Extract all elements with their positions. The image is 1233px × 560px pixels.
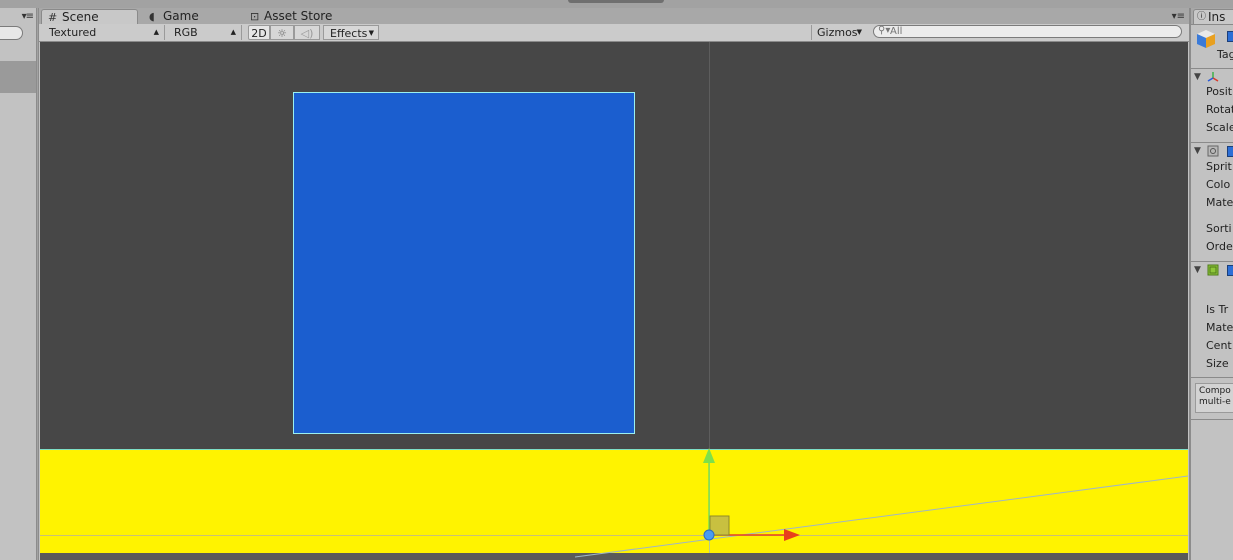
fold-triangle-icon[interactable]: ▼ xyxy=(1194,265,1201,275)
grid-hash-icon: # xyxy=(48,11,58,24)
color-channel-dropdown[interactable]: RGB ▲ xyxy=(169,25,242,40)
updown-arrow-icon: ▲ xyxy=(230,28,236,36)
center-label: Cent xyxy=(1206,339,1232,352)
chevron-down-icon: ▼ xyxy=(368,29,374,37)
perspective-grid-line xyxy=(574,475,1188,558)
tab-asset-store-label: Asset Store xyxy=(264,9,333,23)
size-label: Size xyxy=(1206,357,1229,370)
effects-dropdown[interactable]: Effects ▼ xyxy=(323,25,379,40)
multi-edit-notice: Compo multi-e xyxy=(1195,383,1233,413)
gizmos-dropdown[interactable]: Gizmos ▼ xyxy=(811,25,866,40)
render-mode-dropdown[interactable]: Textured ▲ xyxy=(44,25,165,40)
scene-panel: # Scene ◖ Game ⊡ Asset Store ▾≡ Textured… xyxy=(38,8,1190,560)
pacman-icon: ◖ xyxy=(149,10,155,23)
info-icon: ⓘ xyxy=(1197,12,1207,22)
updown-arrow-icon: ▲ xyxy=(153,28,159,36)
scene-toolbar: Textured ▲ RGB ▲ 2D ☼ ◁) Effects ▼ Gizmo… xyxy=(39,24,1189,42)
box-collider-header[interactable]: ▼ xyxy=(1191,262,1233,278)
scene-tab-row: # Scene ◖ Game ⊡ Asset Store ▾≡ xyxy=(39,8,1189,25)
tab-inspector[interactable]: ⓘ Ins xyxy=(1193,9,1233,24)
sorting-layer-label: Sorti xyxy=(1206,222,1232,235)
sprite-label: Sprit xyxy=(1206,160,1232,173)
mode-2d-toggle[interactable]: 2D xyxy=(248,25,270,40)
notice-line: Compo xyxy=(1199,386,1231,396)
hierarchy-panel: ▾≡ xyxy=(0,8,37,560)
panel-menu-icon[interactable]: ▾≡ xyxy=(22,11,34,22)
scene-viewport[interactable] xyxy=(40,42,1188,560)
search-icon: ⚲▾ xyxy=(878,25,891,36)
color-label: Colo xyxy=(1206,178,1231,191)
collider-material-label: Mate xyxy=(1206,321,1233,334)
panel-menu-icon[interactable]: ▾≡ xyxy=(1172,11,1185,22)
tab-scene-label: Scene xyxy=(62,10,99,24)
gameobject-cube-icon xyxy=(1197,30,1215,48)
divider xyxy=(1191,377,1233,378)
hierarchy-selected-item[interactable] xyxy=(0,61,36,93)
order-in-layer-label: Orde xyxy=(1206,240,1233,253)
speaker-icon[interactable]: ◁) xyxy=(294,25,320,40)
notice-line: multi-e xyxy=(1199,397,1231,407)
divider xyxy=(1191,419,1233,420)
box-collider-enabled-checkbox[interactable] xyxy=(1227,265,1233,276)
transform-header[interactable]: ▼ xyxy=(1191,69,1233,85)
sun-icon[interactable]: ☼ xyxy=(270,25,294,40)
gizmos-label: Gizmos xyxy=(817,26,858,39)
tab-asset-store[interactable]: ⊡ Asset Store xyxy=(244,9,364,24)
tag-label: Tag xyxy=(1217,48,1233,61)
color-channel-value: RGB xyxy=(174,26,198,39)
fold-triangle-icon[interactable]: ▼ xyxy=(1194,72,1201,82)
transform-scale-label: Scale xyxy=(1206,121,1233,134)
active-checkbox[interactable] xyxy=(1227,31,1233,42)
scene-search-input[interactable] xyxy=(890,26,1170,37)
inspector-panel: ⓘ Ins Tag ▼ Posit Rotat Scale ▼ Sprit Co… xyxy=(1190,8,1233,560)
gizmo-center-handle[interactable] xyxy=(703,529,715,541)
is-trigger-label: Is Tr xyxy=(1206,303,1229,316)
tab-scene[interactable]: # Scene xyxy=(41,9,138,24)
move-gizmo[interactable] xyxy=(40,42,1188,560)
scene-search-box[interactable]: ⚲▾ xyxy=(873,25,1182,38)
chevron-down-icon: ▼ xyxy=(856,28,862,36)
transform-axes-icon xyxy=(1207,72,1219,82)
material-label: Mate xyxy=(1206,196,1233,209)
fold-triangle-icon[interactable]: ▼ xyxy=(1194,146,1201,156)
tab-game-label: Game xyxy=(163,9,199,23)
effects-label: Effects xyxy=(330,27,368,40)
gizmo-y-arrow-icon[interactable] xyxy=(703,448,715,463)
hierarchy-search-input[interactable] xyxy=(0,26,23,40)
transform-position-label: Posit xyxy=(1206,85,1233,98)
tab-game[interactable]: ◖ Game xyxy=(143,9,233,24)
gizmo-x-arrow-icon[interactable] xyxy=(784,529,800,541)
sprite-renderer-icon xyxy=(1207,145,1219,157)
box-collider-icon xyxy=(1207,264,1219,276)
tab-inspector-label: Ins xyxy=(1208,10,1226,24)
sprite-renderer-header[interactable]: ▼ xyxy=(1191,143,1233,159)
sprite-renderer-enabled-checkbox[interactable] xyxy=(1227,146,1233,157)
transform-rotation-label: Rotat xyxy=(1206,103,1233,116)
top-toolbar-edge xyxy=(568,0,664,3)
shopping-bag-icon: ⊡ xyxy=(250,10,260,23)
render-mode-value: Textured xyxy=(49,26,97,39)
